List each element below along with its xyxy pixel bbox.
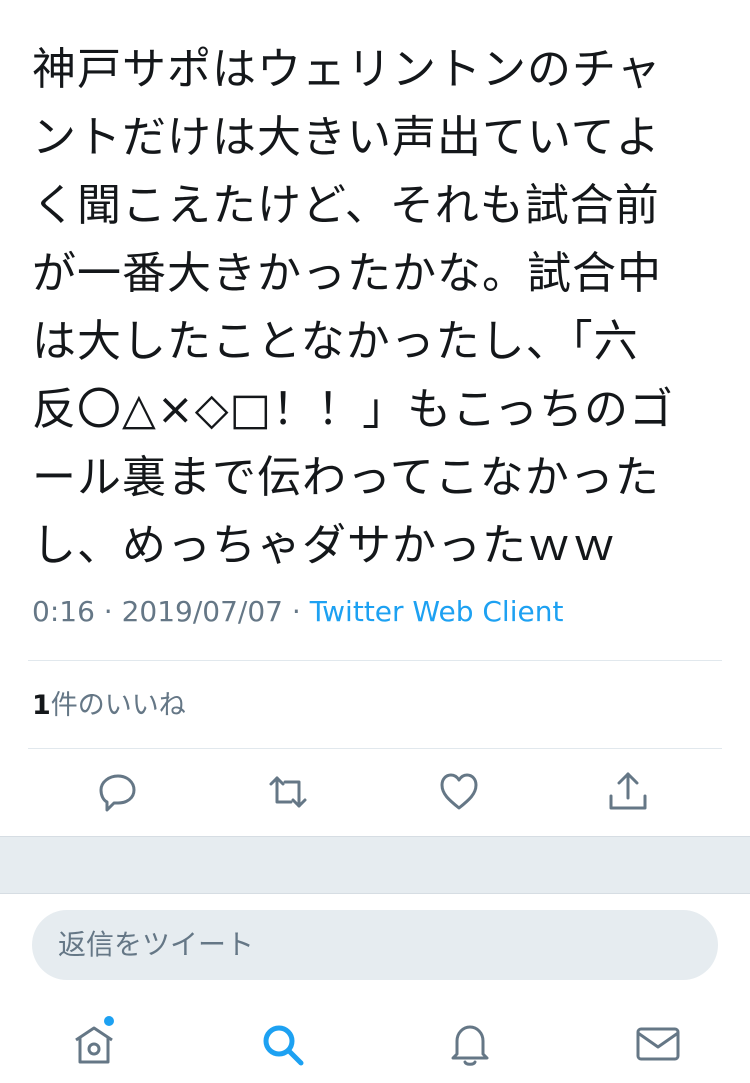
likes-label: 件のいいね [50, 690, 186, 721]
tab-home[interactable] [70, 1016, 118, 1068]
reply-button[interactable] [96, 770, 140, 814]
tweet-actions [0, 760, 750, 826]
tweet-time: 0:16 [32, 595, 95, 628]
divider [28, 660, 722, 661]
meta-separator: · [94, 595, 122, 628]
tab-messages[interactable] [634, 1020, 682, 1068]
search-icon [263, 1025, 304, 1066]
likes-summary[interactable]: 1件のいいね [32, 686, 186, 726]
new-content-dot [104, 1016, 114, 1026]
section-separator [0, 836, 750, 894]
tab-notifications[interactable] [446, 1020, 494, 1068]
messages-icon [636, 1027, 680, 1061]
retweet-button[interactable] [266, 770, 310, 814]
like-button[interactable] [437, 770, 481, 814]
bottom-tab-bar [0, 1000, 750, 1083]
tweet-meta: 0:16 · 2019/07/07 · Twitter Web Client [32, 590, 563, 634]
share-icon [609, 772, 647, 810]
tweet-text: 神戸サポはウェリントンのチャ ントだけは大きい声出ていてよ く聞こえたけど、それ… [32, 44, 675, 571]
reply-icon [99, 774, 136, 812]
heart-icon [440, 773, 478, 810]
share-button[interactable] [606, 770, 650, 814]
home-icon [75, 1026, 113, 1064]
divider [28, 748, 722, 749]
tweet-client-link[interactable]: Twitter Web Client [310, 595, 564, 628]
tab-search[interactable] [258, 1020, 306, 1068]
retweet-icon [269, 776, 307, 808]
reply-input[interactable]: 返信をツイート [32, 910, 718, 980]
meta-separator: · [282, 595, 310, 628]
tweet-date: 2019/07/07 [121, 595, 283, 628]
likes-count: 1 [32, 690, 51, 721]
notifications-icon [451, 1025, 489, 1066]
